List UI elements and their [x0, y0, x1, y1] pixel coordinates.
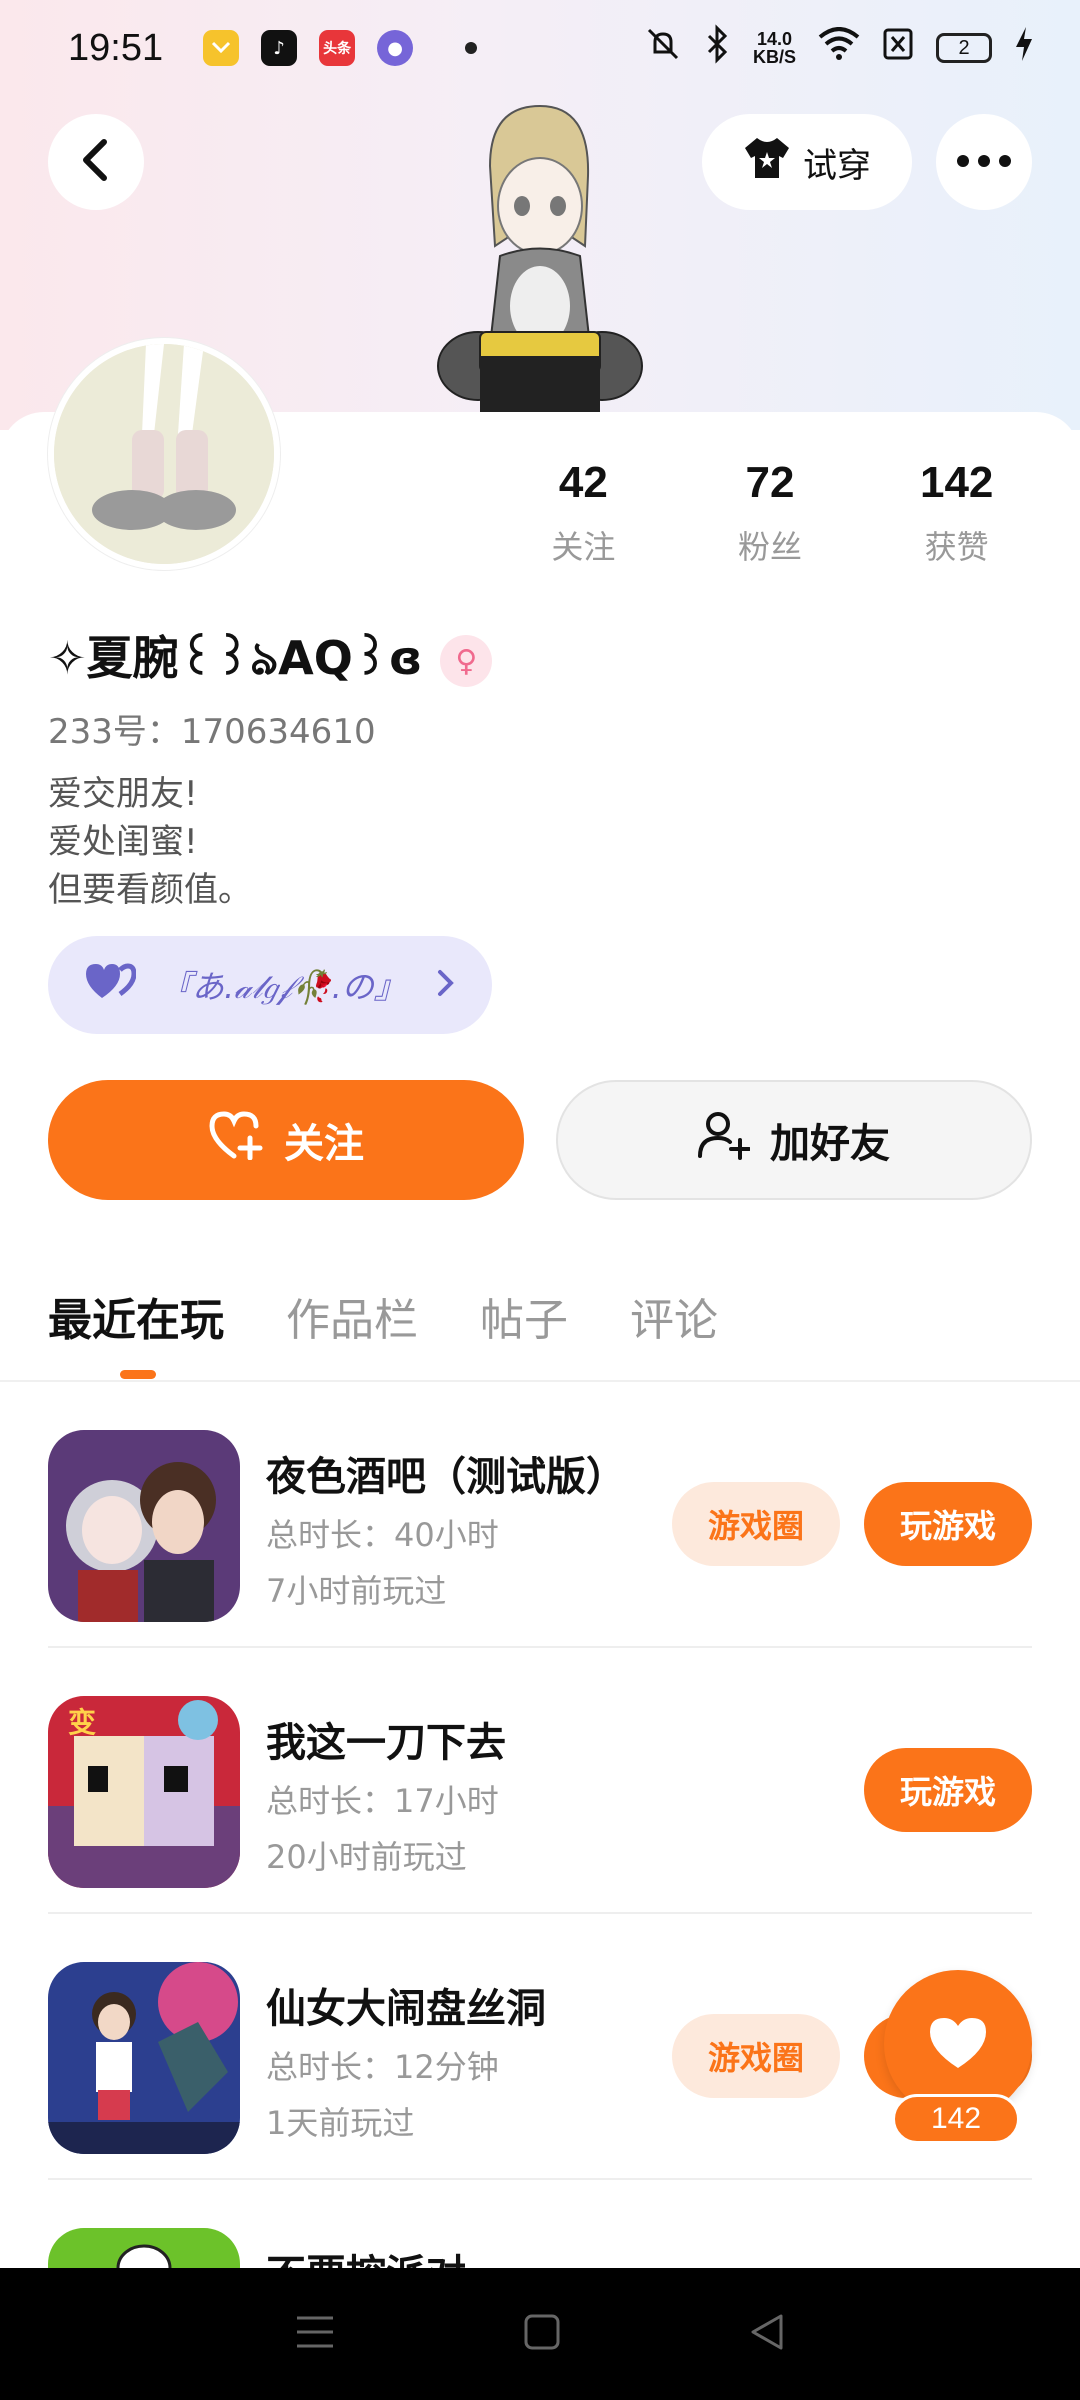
recently-played-list: 夜色酒吧（测试版） 总时长：40小时 7小时前玩过 游戏圈 玩游戏 变 我这一刀…: [0, 1382, 1080, 2400]
more-dots-icon: [956, 153, 1012, 172]
tab-comments[interactable]: 评论: [630, 1284, 718, 1348]
female-gender-icon: ♀: [440, 635, 493, 687]
game-duration: 总时长：17小时: [266, 1782, 499, 1820]
tiktok-icon: ♪: [261, 30, 298, 66]
profile-tabs: 最近在玩 作品栏 帖子 评论: [48, 1284, 718, 1348]
battery-level: 2: [958, 36, 970, 59]
following-count: 42: [558, 458, 608, 507]
status-time: 19:51: [68, 26, 164, 69]
battery-indicator: 2: [936, 33, 992, 63]
back-triangle-icon[interactable]: [749, 2314, 785, 2354]
game-circle-button[interactable]: 游戏圈: [672, 1482, 840, 1566]
bluetooth-icon: [705, 23, 731, 73]
avatar[interactable]: [48, 338, 280, 570]
game-last-played: 1天前玩过: [266, 2104, 415, 2142]
game-title: 我这一刀下去: [266, 1720, 506, 1766]
fans-label: 粉丝: [738, 528, 803, 566]
net-speed-value: 14.0: [756, 29, 793, 49]
game-duration: 总时长：40小时: [266, 1516, 499, 1554]
network-speed: 14.0 KB/S: [753, 30, 796, 66]
follow-label: 关注: [284, 1121, 364, 1167]
bio-line: 但要看颜值。: [48, 870, 252, 910]
recent-apps-icon[interactable]: [295, 2314, 335, 2354]
heart-plus-icon: [208, 1110, 264, 1170]
profile-bio: 爱交朋友! 爱处闺蜜! 但要看颜值。: [48, 770, 252, 914]
home-icon[interactable]: [524, 2314, 560, 2354]
fans-count: 72: [745, 458, 795, 507]
play-game-button[interactable]: 玩游戏: [864, 1748, 1032, 1832]
double-heart-icon: [84, 962, 137, 1008]
likes-count: 142: [919, 458, 994, 507]
add-user-icon: [698, 1110, 751, 1170]
following-label: 关注: [551, 528, 616, 566]
following-stat[interactable]: 42 关注: [490, 458, 677, 568]
svg-text:变: 变: [68, 1706, 96, 1739]
bio-line: 爱处闺蜜!: [48, 822, 198, 862]
toutiao-icon: 头条: [319, 30, 356, 66]
game-title: 仙女大闹盘丝洞: [266, 1986, 546, 2032]
tab-works[interactable]: 作品栏: [286, 1284, 418, 1348]
no-sim-icon: [882, 27, 914, 70]
add-friend-label: 加好友: [770, 1121, 890, 1167]
browser-icon: ●: [377, 30, 414, 66]
chevron-right-icon: [436, 962, 456, 1008]
heart-icon: [926, 2014, 990, 2074]
fans-stat[interactable]: 72 粉丝: [677, 458, 864, 568]
game-icon[interactable]: [48, 1962, 240, 2154]
name-row: ✧夏腕꒰꒱ঌAQ꒱ɞ ♀: [48, 622, 493, 700]
likes-stat[interactable]: 142 获赞: [863, 458, 1050, 568]
likes-label: 获赞: [924, 528, 989, 566]
game-circle-button[interactable]: 游戏圈: [672, 2014, 840, 2098]
tab-recently-played[interactable]: 最近在玩: [48, 1284, 224, 1348]
profile-stats: 42 关注 72 粉丝 142 获赞: [490, 458, 1050, 568]
list-item[interactable]: 变 我这一刀下去 总时长：17小时 20小时前玩过 玩游戏: [48, 1648, 1032, 1914]
wifi-icon: [818, 26, 860, 70]
try-on-label: 试穿: [803, 145, 871, 186]
charging-icon: [1014, 26, 1034, 70]
video-app-icon: [203, 30, 240, 66]
game-icon[interactable]: 变: [48, 1696, 240, 1888]
more-options-button[interactable]: [936, 114, 1032, 210]
add-friend-button[interactable]: 加好友: [556, 1080, 1032, 1200]
back-button[interactable]: [48, 114, 144, 210]
bio-line: 爱交朋友!: [48, 774, 198, 814]
net-speed-unit: KB/S: [752, 47, 796, 67]
system-navigation-bar: [0, 2268, 1080, 2400]
try-on-button[interactable]: 试穿: [702, 114, 912, 210]
game-title: 夜色酒吧（测试版）: [266, 1454, 626, 1500]
game-icon[interactable]: [48, 1430, 240, 1622]
game-last-played: 20小时前玩过: [266, 1838, 467, 1876]
user-id: 233号：170634610: [48, 712, 376, 752]
mute-icon: [643, 24, 683, 73]
game-duration: 总时长：12分钟: [266, 2048, 499, 2086]
follow-button[interactable]: 关注: [48, 1080, 524, 1200]
like-count-badge: 142: [892, 2094, 1020, 2144]
character-avatar-illustration: [420, 96, 660, 412]
relationship-tag-label: 『あ.𝒶𝓁𝑔𝒻🥀.の』: [160, 968, 406, 1006]
notification-dot-icon: [465, 42, 478, 54]
relationship-tag-button[interactable]: 『あ.𝒶𝓁𝑔𝒻🥀.の』: [48, 936, 492, 1034]
play-game-button[interactable]: 玩游戏: [864, 1482, 1032, 1566]
list-item[interactable]: 夜色酒吧（测试版） 总时长：40小时 7小时前玩过 游戏圈 玩游戏: [48, 1382, 1032, 1648]
tab-posts[interactable]: 帖子: [480, 1284, 568, 1348]
tshirt-icon: [743, 136, 791, 189]
chevron-left-icon: [78, 138, 114, 186]
status-bar: 19:51 ♪ 头条 ● 14.0 KB/S 2: [0, 0, 1080, 96]
profile-name: ✧夏腕꒰꒱ঌAQ꒱ɞ: [48, 631, 423, 685]
active-tab-indicator: [120, 1370, 156, 1379]
game-last-played: 7小时前玩过: [266, 1572, 447, 1610]
